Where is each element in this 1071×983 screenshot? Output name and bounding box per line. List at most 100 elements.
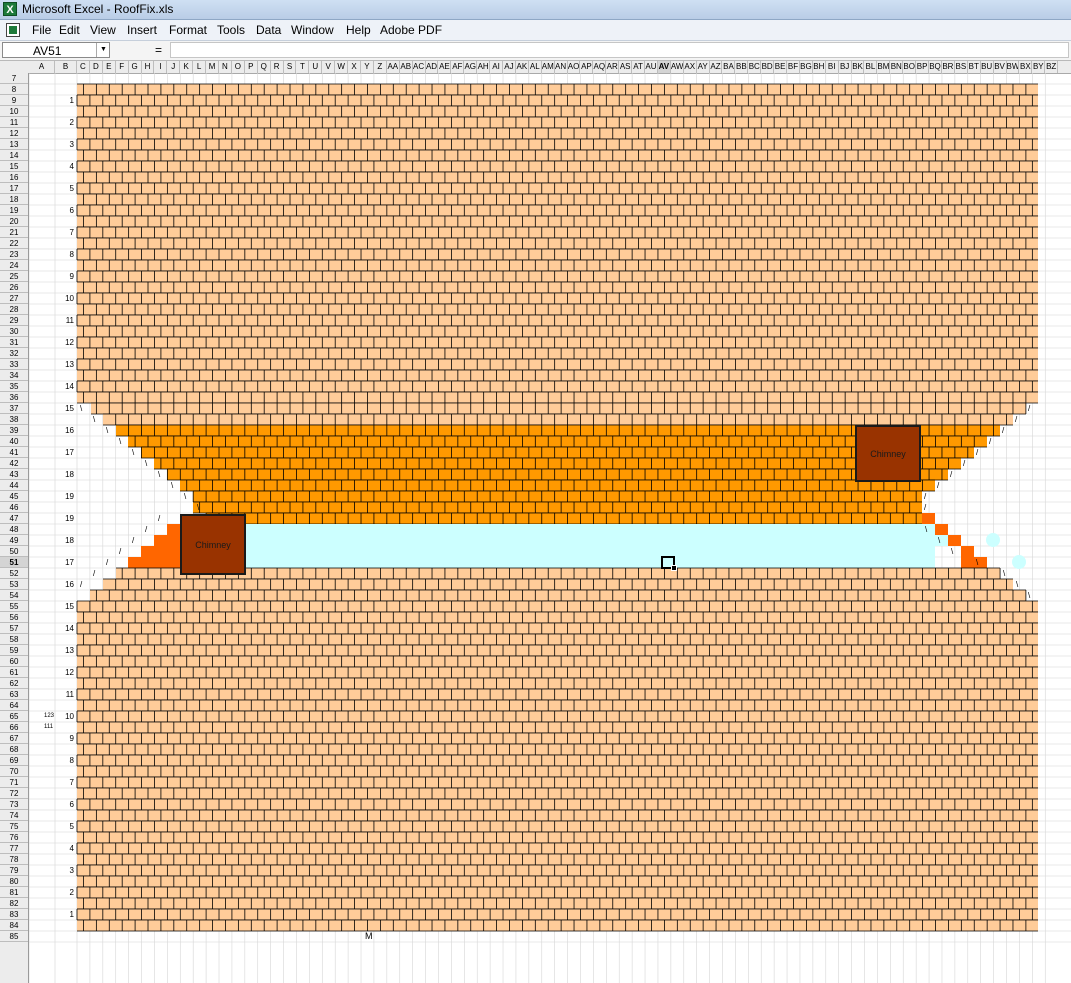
row-header-72[interactable]: 72 (0, 788, 28, 799)
menu-window[interactable]: Window (291, 23, 334, 37)
row-header-52[interactable]: 52 (0, 568, 28, 579)
column-header-bd[interactable]: BD (761, 61, 775, 73)
row-header-15[interactable]: 15 (0, 161, 28, 172)
column-header-bc[interactable]: BC (748, 61, 762, 73)
column-header-r[interactable]: R (271, 61, 284, 73)
row-header-13[interactable]: 13 (0, 139, 28, 150)
column-header-bj[interactable]: BJ (839, 61, 852, 73)
column-header-z[interactable]: Z (374, 61, 387, 73)
row-header-20[interactable]: 20 (0, 216, 28, 227)
column-header-bm[interactable]: BM (877, 61, 891, 73)
column-header-ap[interactable]: AP (580, 61, 594, 73)
column-header-au[interactable]: AU (645, 61, 658, 73)
column-header-p[interactable]: P (245, 61, 258, 73)
row-header-69[interactable]: 69 (0, 755, 28, 766)
column-header-bw[interactable]: BW (1007, 61, 1020, 73)
row-header-74[interactable]: 74 (0, 810, 28, 821)
row-header-35[interactable]: 35 (0, 381, 28, 392)
row-header-9[interactable]: 9 (0, 95, 28, 106)
row-header-78[interactable]: 78 (0, 854, 28, 865)
column-header-n[interactable]: N (219, 61, 232, 73)
column-header-be[interactable]: BE (774, 61, 788, 73)
row-header-31[interactable]: 31 (0, 337, 28, 348)
row-header-43[interactable]: 43 (0, 469, 28, 480)
row-header-68[interactable]: 68 (0, 744, 28, 755)
row-header-30[interactable]: 30 (0, 326, 28, 337)
name-box[interactable]: AV51 (2, 42, 110, 58)
column-header-af[interactable]: AF (451, 61, 465, 73)
row-header-77[interactable]: 77 (0, 843, 28, 854)
row-header-37[interactable]: 37 (0, 403, 28, 414)
row-header-58[interactable]: 58 (0, 634, 28, 645)
column-header-at[interactable]: AT (632, 61, 646, 73)
column-header-bb[interactable]: BB (735, 61, 749, 73)
row-header-62[interactable]: 62 (0, 678, 28, 689)
formula-equals-icon[interactable]: = (155, 43, 162, 57)
column-header-ad[interactable]: AD (426, 61, 439, 73)
column-header-ab[interactable]: AB (400, 61, 413, 73)
row-header-53[interactable]: 53 (0, 579, 28, 590)
row-header-54[interactable]: 54 (0, 590, 28, 601)
row-header-50[interactable]: 50 (0, 546, 28, 557)
column-header-aa[interactable]: AA (387, 61, 400, 73)
column-header-am[interactable]: AM (542, 61, 555, 73)
column-header-bu[interactable]: BU (981, 61, 994, 73)
row-header-10[interactable]: 10 (0, 106, 28, 117)
column-header-ax[interactable]: AX (684, 61, 697, 73)
row-header-75[interactable]: 75 (0, 821, 28, 832)
row-header-25[interactable]: 25 (0, 271, 28, 282)
column-header-l[interactable]: L (193, 61, 207, 73)
row-header-59[interactable]: 59 (0, 645, 28, 656)
row-header-60[interactable]: 60 (0, 656, 28, 667)
row-header-42[interactable]: 42 (0, 458, 28, 469)
menu-view[interactable]: View (90, 23, 116, 37)
column-header-ak[interactable]: AK (516, 61, 529, 73)
menu-edit[interactable]: Edit (59, 23, 80, 37)
column-header-as[interactable]: AS (619, 61, 633, 73)
column-header-bp[interactable]: BP (916, 61, 930, 73)
column-header-u[interactable]: U (309, 61, 323, 73)
row-header-71[interactable]: 71 (0, 777, 28, 788)
menu-help[interactable]: Help (346, 23, 371, 37)
row-header-36[interactable]: 36 (0, 392, 28, 403)
column-header-bh[interactable]: BH (813, 61, 826, 73)
column-header-ao[interactable]: AO (568, 61, 581, 73)
row-header-67[interactable]: 67 (0, 733, 28, 744)
column-header-bv[interactable]: BV (994, 61, 1007, 73)
menu-tools[interactable]: Tools (217, 23, 245, 37)
row-header-84[interactable]: 84 (0, 920, 28, 931)
row-header-49[interactable]: 49 (0, 535, 28, 546)
column-header-ai[interactable]: AI (490, 61, 503, 73)
row-header-85[interactable]: 85 (0, 931, 28, 942)
column-header-o[interactable]: O (232, 61, 245, 73)
column-header-f[interactable]: F (116, 61, 129, 73)
column-header-i[interactable]: I (154, 61, 168, 73)
row-header-39[interactable]: 39 (0, 425, 28, 436)
row-header-38[interactable]: 38 (0, 414, 28, 425)
row-header-48[interactable]: 48 (0, 524, 28, 535)
menu-adobe-pdf[interactable]: Adobe PDF (380, 23, 442, 37)
row-header-28[interactable]: 28 (0, 304, 28, 315)
row-header-16[interactable]: 16 (0, 172, 28, 183)
column-header-h[interactable]: H (142, 61, 155, 73)
column-header-bx[interactable]: BX (1019, 61, 1033, 73)
column-header-m[interactable]: M (206, 61, 219, 73)
column-header-bt[interactable]: BT (968, 61, 981, 73)
column-header-e[interactable]: E (103, 61, 116, 73)
column-header-t[interactable]: T (296, 61, 310, 73)
row-header-23[interactable]: 23 (0, 249, 28, 260)
column-header-y[interactable]: Y (361, 61, 374, 73)
row-header-21[interactable]: 21 (0, 227, 28, 238)
row-header-8[interactable]: 8 (0, 84, 28, 95)
column-header-ah[interactable]: AH (477, 61, 491, 73)
column-header-al[interactable]: AL (529, 61, 542, 73)
column-header-bk[interactable]: BK (852, 61, 865, 73)
column-header-bz[interactable]: BZ (1045, 61, 1059, 73)
row-header-47[interactable]: 47 (0, 513, 28, 524)
row-header-80[interactable]: 80 (0, 876, 28, 887)
column-header-j[interactable]: J (167, 61, 181, 73)
row-header-55[interactable]: 55 (0, 601, 28, 612)
row-header-70[interactable]: 70 (0, 766, 28, 777)
row-header-34[interactable]: 34 (0, 370, 28, 381)
row-header-81[interactable]: 81 (0, 887, 28, 898)
